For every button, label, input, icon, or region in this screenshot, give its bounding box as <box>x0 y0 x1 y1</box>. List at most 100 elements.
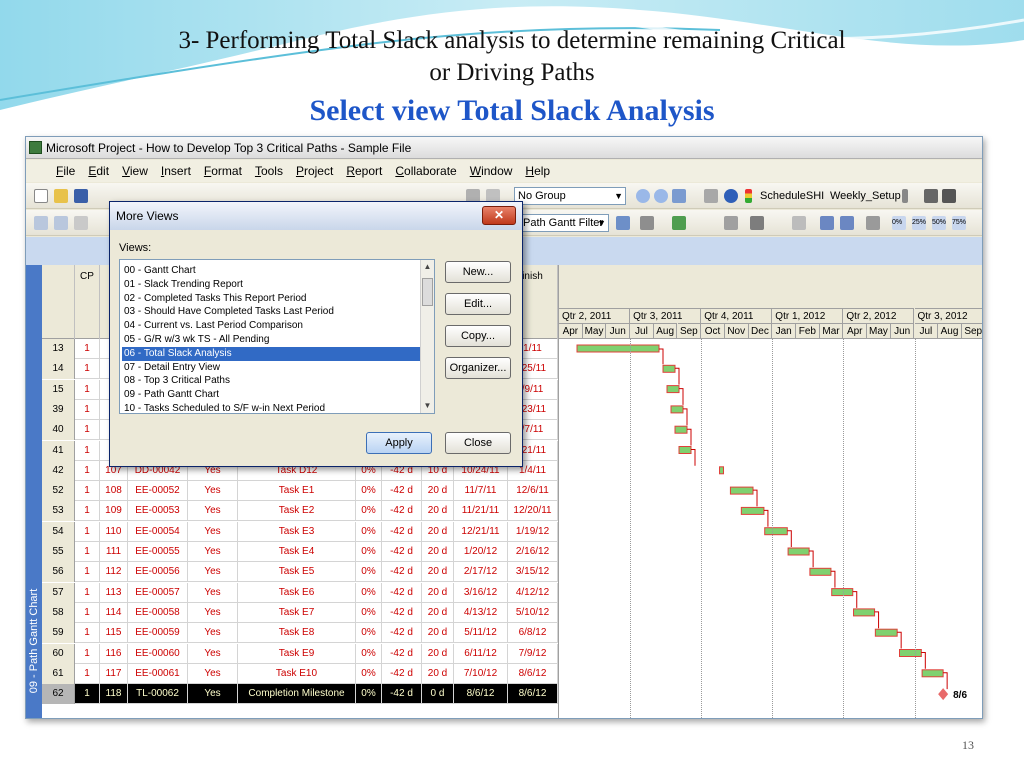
table-row[interactable]: 54 1 110 EE-00054 Yes Task E3 0% -42 d 20 d 12/21… <box>42 521 558 542</box>
cell-task[interactable]: Task E1 <box>238 481 356 502</box>
views-list-scrollbar[interactable]: ▲ ▼ <box>420 260 434 413</box>
copy-view-button[interactable]: Copy... <box>445 325 511 347</box>
views-list-item[interactable]: 03 - Should Have Completed Tasks Last Pe… <box>122 305 420 319</box>
cell-cp[interactable]: 1 <box>75 542 100 562</box>
table-row[interactable]: 58 1 114 EE-00058 Yes Task E7 0% -42 d 20 d 4/13/… <box>42 602 558 623</box>
gantt-wizard-icon[interactable] <box>672 189 686 203</box>
cell-code[interactable]: EE-00057 <box>128 582 188 603</box>
cell-cp[interactable]: 1 <box>75 399 100 420</box>
cell-dur[interactable]: 20 d <box>422 602 454 623</box>
cell-crit[interactable]: Yes <box>188 602 238 623</box>
new-view-button[interactable]: New... <box>445 261 511 283</box>
cell-task[interactable]: Task E10 <box>238 663 356 684</box>
cell-start[interactable]: 8/6/12 <box>454 684 508 705</box>
views-list[interactable]: ▲ ▼ 00 - Gantt Chart 01 - Slack Trending … <box>119 259 435 414</box>
cell-task[interactable]: Task E8 <box>238 623 356 644</box>
cell-task[interactable]: Task E6 <box>238 582 356 603</box>
cell-start[interactable]: 5/11/12 <box>454 623 508 644</box>
pct-50-icon[interactable]: 50% <box>932 216 946 230</box>
views-list-item[interactable]: 00 - Gantt Chart <box>122 264 420 278</box>
cell-crit[interactable]: Yes <box>188 481 238 502</box>
cell-id[interactable]: 39 <box>42 399 75 420</box>
cell-pct[interactable]: 0% <box>356 684 382 705</box>
cell-dur[interactable]: 20 d <box>422 481 454 502</box>
open-folder-icon[interactable] <box>54 189 68 203</box>
cell-id[interactable]: 14 <box>42 359 75 380</box>
cell-id[interactable]: 62 <box>42 684 75 705</box>
cell-finish[interactable]: 12/6/11 <box>508 481 558 502</box>
cell-cp[interactable]: 1 <box>75 582 100 603</box>
cell-slack[interactable]: -42 d <box>382 582 422 603</box>
cell-id[interactable]: 58 <box>42 602 75 623</box>
cell-cp[interactable]: 1 <box>75 623 100 644</box>
cell-num[interactable]: 113 <box>100 582 128 603</box>
cell-finish[interactable]: 12/20/11 <box>508 501 558 522</box>
cell-dur[interactable]: 20 d <box>422 663 454 684</box>
organizer-button[interactable]: Organizer... <box>445 357 511 379</box>
menu-window[interactable]: Window <box>470 160 513 182</box>
cell-start[interactable]: 6/11/12 <box>454 643 508 664</box>
cell-cp[interactable]: 1 <box>75 501 100 522</box>
cell-dur[interactable]: 20 d <box>422 501 454 522</box>
new-file-icon[interactable] <box>34 189 48 203</box>
cell-id[interactable]: 53 <box>42 501 75 522</box>
cell-num[interactable]: 111 <box>100 542 128 562</box>
cell-slack[interactable]: -42 d <box>382 623 422 644</box>
tracking-icon[interactable] <box>924 189 938 203</box>
views-list-item[interactable]: 10 - Tasks Scheduled to S/F w-in Next Pe… <box>122 402 420 413</box>
cell-slack[interactable]: -42 d <box>382 481 422 502</box>
save-icon[interactable] <box>74 189 88 203</box>
menu-format[interactable]: Format <box>204 160 242 182</box>
cell-dur[interactable]: 20 d <box>422 582 454 603</box>
cell-num[interactable]: 109 <box>100 501 128 522</box>
cell-id[interactable]: 61 <box>42 663 75 684</box>
zoom-in-icon[interactable] <box>636 189 650 203</box>
dialog-close-button[interactable]: ✕ <box>482 206 516 225</box>
cell-cp[interactable]: 1 <box>75 460 100 481</box>
views-list-item[interactable]: 02 - Completed Tasks This Report Period <box>122 292 420 306</box>
cell-start[interactable]: 2/17/12 <box>454 562 508 583</box>
menu-help[interactable]: Help <box>525 160 550 182</box>
cell-start[interactable]: 12/21/11 <box>454 521 508 542</box>
cell-dur[interactable]: 20 d <box>422 542 454 562</box>
cell-pct[interactable]: 0% <box>356 562 382 583</box>
views-list-item[interactable]: 01 - Slack Trending Report <box>122 278 420 292</box>
cell-slack[interactable]: -42 d <box>382 602 422 623</box>
cell-id[interactable]: 42 <box>42 460 75 481</box>
cell-pct[interactable]: 0% <box>356 521 382 542</box>
menu-project[interactable]: Project <box>296 160 333 182</box>
split-icon[interactable] <box>866 216 880 230</box>
cell-task[interactable]: Task E9 <box>238 643 356 664</box>
cell-id[interactable]: 57 <box>42 582 75 603</box>
cell-start[interactable]: 1/20/12 <box>454 542 508 562</box>
table-row[interactable]: 52 1 108 EE-00052 Yes Task E1 0% -42 d 20 d 11/7/… <box>42 481 558 502</box>
cell-cp[interactable]: 1 <box>75 440 100 461</box>
cell-code[interactable]: EE-00059 <box>128 623 188 644</box>
cell-crit[interactable]: Yes <box>188 501 238 522</box>
setup-toolbar-name[interactable]: Weekly_Setup <box>830 188 901 204</box>
menu-tools[interactable]: Tools <box>255 160 283 182</box>
pct-0-icon[interactable]: 0% <box>892 216 906 230</box>
menu-collaborate[interactable]: Collaborate <box>395 160 456 182</box>
cell-cp[interactable]: 1 <box>75 420 100 441</box>
cell-cp[interactable]: 1 <box>75 379 100 400</box>
cell-code[interactable]: EE-00055 <box>128 542 188 562</box>
cell-task[interactable]: Task E5 <box>238 562 356 583</box>
view-bar[interactable]: 09 - Path Gantt Chart <box>26 265 42 718</box>
cell-cp[interactable]: 1 <box>75 481 100 502</box>
cell-dur[interactable]: 20 d <box>422 643 454 664</box>
notes-icon[interactable] <box>724 216 738 230</box>
cell-slack[interactable]: -42 d <box>382 542 422 562</box>
table-row[interactable]: 53 1 109 EE-00053 Yes Task E2 0% -42 d 20 d 11/21… <box>42 501 558 522</box>
cell-crit[interactable]: Yes <box>188 623 238 644</box>
cell-num[interactable]: 108 <box>100 481 128 502</box>
cell-id[interactable]: 56 <box>42 562 75 583</box>
views-list-item[interactable]: 05 - G/R w/3 wk TS - All Pending <box>122 333 420 347</box>
tracking-2-icon[interactable] <box>942 189 956 203</box>
cell-id[interactable]: 60 <box>42 643 75 664</box>
cell-id[interactable]: 40 <box>42 420 75 441</box>
zoom-out-icon[interactable] <box>654 189 668 203</box>
cell-num[interactable]: 116 <box>100 643 128 664</box>
cell-crit[interactable]: Yes <box>188 582 238 603</box>
table-row[interactable]: 59 1 115 EE-00059 Yes Task E8 0% -42 d 20 d 5/11/… <box>42 623 558 644</box>
